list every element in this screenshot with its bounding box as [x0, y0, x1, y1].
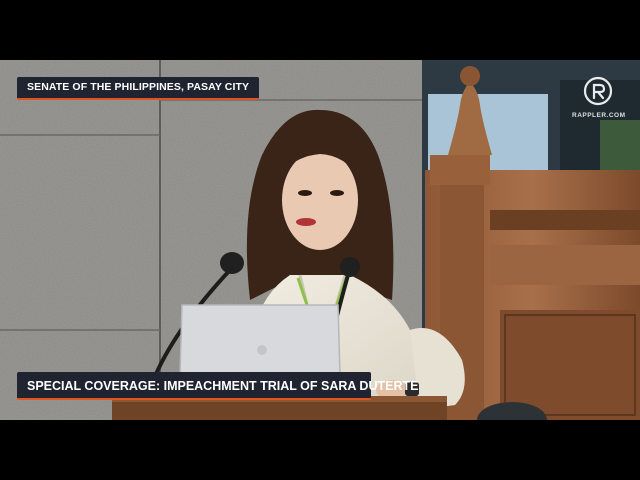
coverage-lower-third: SPECIAL COVERAGE: IMPEACHMENT TRIAL OF S…: [17, 372, 418, 400]
rappler-logo-icon: [583, 76, 613, 106]
rappler-watermark: RAPPLER.COM: [572, 76, 626, 119]
rappler-brand-text: RAPPLER.COM: [572, 112, 626, 119]
senate-scene: [0, 60, 640, 420]
video-frame: SENATE OF THE PHILIPPINES, PASAY CITY SP…: [0, 60, 640, 420]
location-lower-third: SENATE OF THE PHILIPPINES, PASAY CITY: [17, 77, 260, 100]
